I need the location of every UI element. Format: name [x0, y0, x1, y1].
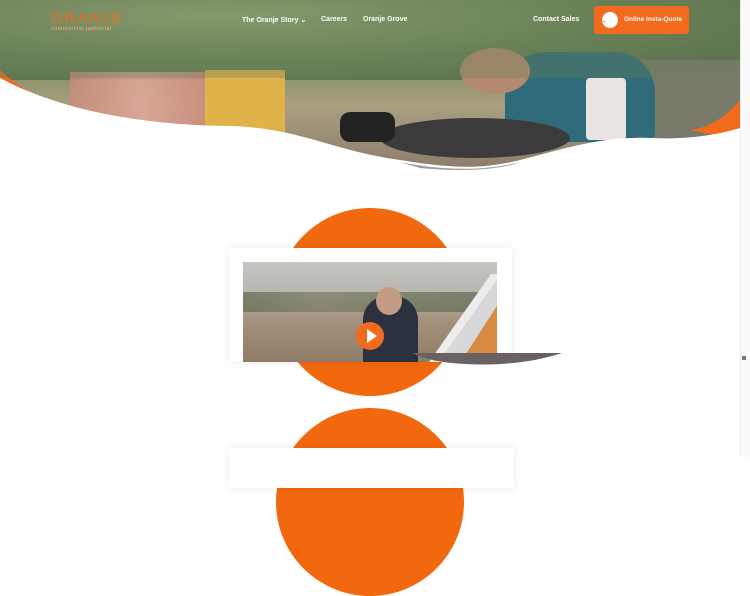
nav-item-careers[interactable]: Careers — [321, 16, 347, 23]
chevron-down-icon: ⌄ — [300, 17, 307, 24]
nav-item-oranje-grove[interactable]: Oranje Grove — [363, 16, 407, 23]
card-shadow-arc — [412, 353, 562, 365]
nav-item-oranje-story[interactable]: The Oranje Story ⌄ — [242, 16, 306, 24]
arrow-right-icon: → — [598, 12, 618, 28]
logo[interactable]: ORANJE commercial janitorial — [51, 10, 124, 32]
orange-circle-decoration-2 — [276, 408, 464, 596]
nav-item-label: The Oranje Story — [242, 17, 299, 24]
play-button[interactable] — [356, 322, 384, 350]
quote-button-label: Online Insta-Quote — [624, 16, 683, 23]
scrollbar-track[interactable] — [740, 0, 750, 457]
site-header: ORANJE commercial janitorial The Oranje … — [0, 0, 740, 78]
online-insta-quote-button[interactable]: → Online Insta-Quote — [594, 6, 689, 34]
play-icon — [367, 329, 377, 343]
logo-name: ORANJE — [51, 10, 124, 27]
scrollbar-thumb[interactable] — [742, 356, 746, 360]
video-card-2 — [229, 448, 514, 488]
contact-sales-link[interactable]: Contact Sales — [533, 16, 579, 23]
